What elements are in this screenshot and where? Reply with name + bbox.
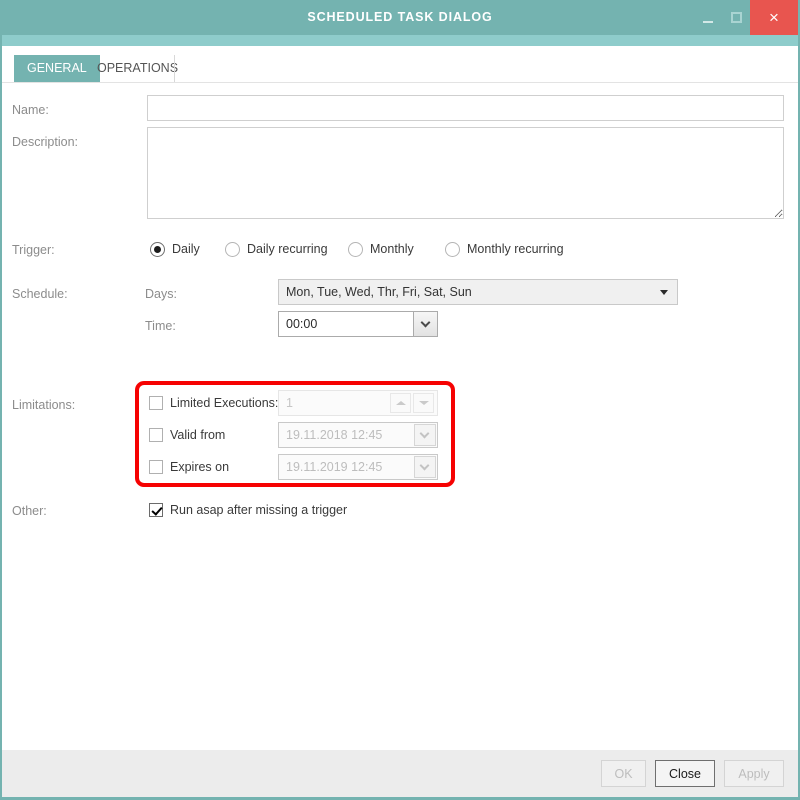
limited-executions-label: Limited Executions: <box>170 393 278 414</box>
run-asap-label: Run asap after missing a trigger <box>170 500 347 521</box>
dialog-footer: OK Close Apply <box>2 750 798 797</box>
general-tab-panel: Name: Description: Trigger: Daily Daily … <box>2 83 798 750</box>
tab-bar: GENERAL OPERATIONS <box>2 46 798 82</box>
radio-monthly-recurring-icon <box>445 242 460 257</box>
chevron-down-icon <box>420 429 430 439</box>
maximize-button[interactable] <box>722 0 750 35</box>
radio-monthly-recurring-label: Monthly recurring <box>467 239 564 260</box>
trigger-label: Trigger: <box>12 243 55 257</box>
triangle-down-icon <box>419 401 429 405</box>
chevron-down-icon <box>420 318 430 328</box>
accent-strip <box>2 35 798 46</box>
radio-monthly-label: Monthly <box>370 239 414 260</box>
close-dialog-button[interactable]: Close <box>655 760 715 787</box>
time-combobox[interactable]: 00:00 <box>278 311 438 337</box>
maximize-icon <box>731 12 742 23</box>
name-input[interactable] <box>147 95 784 121</box>
title-bar: SCHEDULED TASK DIALOG × <box>2 0 798 35</box>
radio-monthly-icon <box>348 242 363 257</box>
days-label: Days: <box>145 287 177 301</box>
triangle-up-icon <box>396 401 406 405</box>
minimize-icon <box>703 21 713 23</box>
description-input[interactable] <box>147 127 784 219</box>
window-title: SCHEDULED TASK DIALOG <box>2 0 798 35</box>
radio-daily-icon <box>150 242 165 257</box>
radio-daily-recurring-icon <box>225 242 240 257</box>
chevron-down-icon <box>660 290 668 295</box>
expires-on-datepicker[interactable]: 19.11.2019 12:45 <box>278 454 438 480</box>
days-dropdown-value: Mon, Tue, Wed, Thr, Fri, Sat, Sun <box>286 280 472 304</box>
tab-separator <box>174 55 175 82</box>
checkbox-icon <box>149 460 163 474</box>
limited-executions-stepper[interactable]: 1 <box>278 390 438 416</box>
apply-button[interactable]: Apply <box>724 760 784 787</box>
other-label: Other: <box>12 504 47 518</box>
name-label: Name: <box>12 103 49 117</box>
limited-executions-value: 1 <box>286 391 293 415</box>
stepper-down-button[interactable] <box>413 393 434 413</box>
time-label: Time: <box>145 319 176 333</box>
close-icon: × <box>750 0 798 35</box>
time-combobox-value: 00:00 <box>286 312 317 336</box>
description-label: Description: <box>12 135 78 149</box>
days-dropdown[interactable]: Mon, Tue, Wed, Thr, Fri, Sat, Sun <box>278 279 678 305</box>
minimize-button[interactable] <box>694 0 722 35</box>
close-button[interactable]: × <box>750 0 798 35</box>
time-dropdown-button[interactable] <box>413 312 437 336</box>
valid-from-label: Valid from <box>170 425 225 446</box>
valid-from-value: 19.11.2018 12:45 <box>286 423 382 447</box>
radio-daily-label: Daily <box>172 239 200 260</box>
limitations-label: Limitations: <box>12 398 75 412</box>
ok-button[interactable]: OK <box>601 760 646 787</box>
valid-from-datepicker[interactable]: 19.11.2018 12:45 <box>278 422 438 448</box>
expires-on-value: 19.11.2019 12:45 <box>286 455 382 479</box>
expires-on-dropdown-button[interactable] <box>414 456 436 478</box>
radio-daily-recurring-label: Daily recurring <box>247 239 328 260</box>
scheduled-task-dialog: SCHEDULED TASK DIALOG × GENERAL OPERATIO… <box>0 0 800 800</box>
stepper-up-button[interactable] <box>390 393 411 413</box>
valid-from-dropdown-button[interactable] <box>414 424 436 446</box>
expires-on-label: Expires on <box>170 457 229 478</box>
chevron-down-icon <box>420 461 430 471</box>
checkbox-checked-icon <box>149 503 163 517</box>
schedule-label: Schedule: <box>12 287 68 301</box>
checkbox-icon <box>149 428 163 442</box>
checkbox-icon <box>149 396 163 410</box>
